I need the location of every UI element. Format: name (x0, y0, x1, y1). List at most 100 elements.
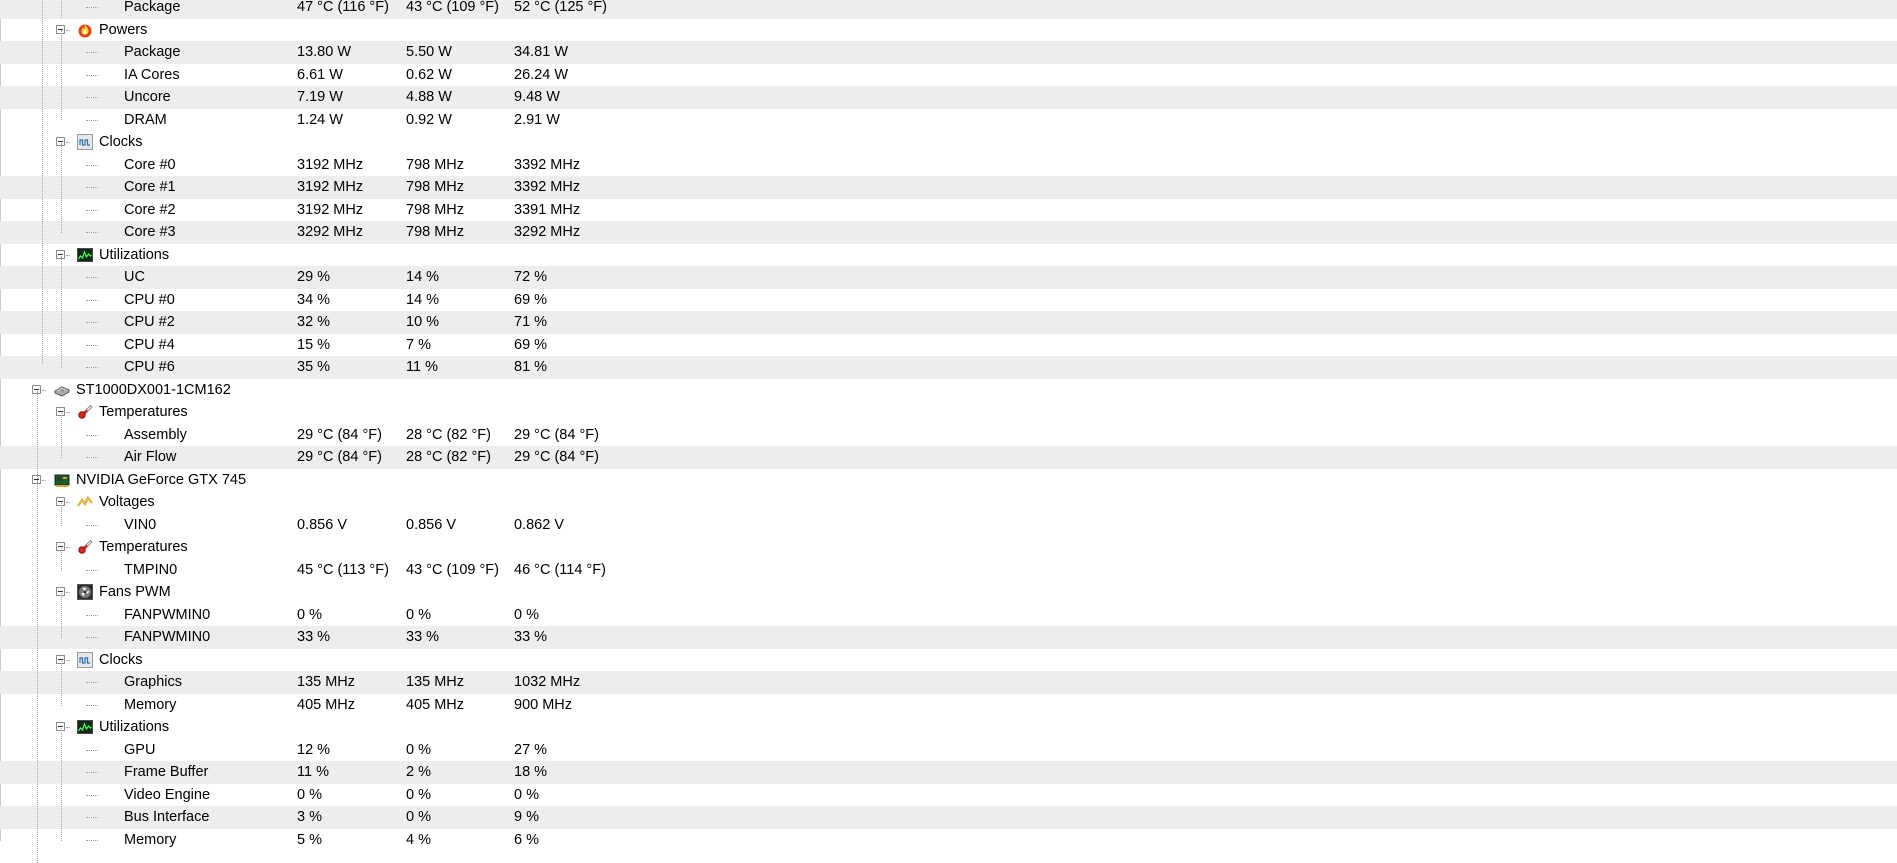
tree-connector (86, 97, 98, 98)
sensor-row[interactable]: Memory405 MHz405 MHz900 MHz (0, 694, 1897, 717)
sensor-group-row[interactable]: Temperatures (0, 536, 1897, 559)
value-min: 10 % (406, 314, 439, 330)
sensor-row[interactable]: CPU #232 %10 %71 % (0, 311, 1897, 334)
sensor-row[interactable]: Core #33292 MHz798 MHz3292 MHz (0, 221, 1897, 244)
device-row[interactable]: ST1000DX001-1CM162 (0, 379, 1897, 402)
sensor-group-row[interactable]: Clocks (0, 649, 1897, 672)
value-max: 52 °C (125 °F) (514, 0, 607, 15)
sensor-row[interactable]: Core #23192 MHz798 MHz3391 MHz (0, 199, 1897, 222)
sensor-row[interactable]: Assembly29 °C (84 °F)28 °C (82 °F)29 °C … (0, 424, 1897, 447)
tree-guide-line (61, 728, 62, 841)
sensor-row[interactable]: CPU #415 %7 %69 % (0, 334, 1897, 357)
sensor-label: Core #3 (124, 224, 176, 240)
value-current: 135 MHz (297, 674, 355, 690)
sensor-row[interactable]: FANPWMIN033 %33 %33 % (0, 626, 1897, 649)
sensor-row[interactable]: GPU12 %0 %27 % (0, 739, 1897, 762)
sensor-group-row[interactable]: Utilizations (0, 244, 1897, 267)
tree-connector (66, 727, 70, 728)
value-max: 1032 MHz (514, 674, 580, 690)
value-current: 405 MHz (297, 697, 355, 713)
sensor-row[interactable]: Package13.80 W5.50 W34.81 W (0, 41, 1897, 64)
tree-guide-line (61, 413, 62, 458)
value-min: 0.92 W (406, 112, 452, 128)
tree-guide-line (37, 481, 38, 863)
sensor-row[interactable]: IA Cores6.61 W0.62 W26.24 W (0, 64, 1897, 87)
value-max: 33 % (514, 629, 547, 645)
value-min: 33 % (406, 629, 439, 645)
value-current: 7.19 W (297, 89, 343, 105)
value-current: 13.80 W (297, 44, 351, 60)
tree-connector (66, 502, 70, 503)
value-current: 3 % (297, 809, 322, 825)
tree-connector (86, 120, 98, 121)
tree-connector (86, 75, 98, 76)
sensor-row[interactable]: Core #03192 MHz798 MHz3392 MHz (0, 154, 1897, 177)
value-current: 0.856 V (297, 517, 347, 533)
tree-connector (86, 300, 98, 301)
sensor-row[interactable]: TMPIN045 °C (113 °F)43 °C (109 °F)46 °C … (0, 559, 1897, 582)
value-current: 3192 MHz (297, 157, 363, 173)
sensor-row[interactable]: Graphics135 MHz135 MHz1032 MHz (0, 671, 1897, 694)
sensor-row[interactable]: Uncore7.19 W4.88 W9.48 W (0, 86, 1897, 109)
tree-connector (86, 525, 98, 526)
sensor-tree[interactable]: Package 47 °C (116 °F) 43 °C (109 °F) 52 °C… (0, 0, 1897, 851)
device-label: NVIDIA GeForce GTX 745 (76, 472, 246, 488)
value-max: 900 MHz (514, 697, 572, 713)
sensor-label: CPU #6 (124, 359, 175, 375)
sensor-row[interactable]: FANPWMIN00 %0 %0 % (0, 604, 1897, 627)
sensor-label: Package (124, 44, 180, 60)
sensor-row[interactable]: Core #13192 MHz798 MHz3392 MHz (0, 176, 1897, 199)
sensor-group-row[interactable]: Fans PWM (0, 581, 1897, 604)
value-current: 35 % (297, 359, 330, 375)
sensor-row[interactable]: Frame Buffer11 %2 %18 % (0, 761, 1897, 784)
value-min: 0 % (406, 809, 431, 825)
tree-connector (86, 570, 98, 571)
value-current: 47 °C (116 °F) (297, 0, 389, 15)
sensor-group-row[interactable]: Powers (0, 19, 1897, 42)
sensor-row[interactable]: Bus Interface3 %0 %9 % (0, 806, 1897, 829)
group-label: Utilizations (99, 719, 169, 735)
value-current: 29 °C (84 °F) (297, 427, 382, 443)
sensor-row[interactable]: UC29 %14 %72 % (0, 266, 1897, 289)
value-current: 11 % (297, 764, 329, 780)
tree-guide-line (61, 0, 62, 18)
sensor-group-row[interactable]: Temperatures (0, 401, 1897, 424)
tree-connector (86, 367, 98, 368)
value-min: 14 % (406, 269, 439, 285)
tree-connector (86, 615, 98, 616)
sensor-row[interactable]: DRAM1.24 W0.92 W2.91 W (0, 109, 1897, 132)
value-max: 0 % (514, 607, 539, 623)
tree-connector (66, 592, 70, 593)
sensor-row[interactable]: Package47 °C (116 °F)43 °C (109 °F)52 °C… (0, 0, 1897, 19)
value-current: 45 °C (113 °F) (297, 562, 389, 578)
sensor-label: Core #2 (124, 202, 176, 218)
value-min: 43 °C (109 °F) (406, 0, 499, 15)
value-current: 29 °C (84 °F) (297, 449, 382, 465)
sensor-group-row[interactable]: Utilizations (0, 716, 1897, 739)
sensor-label: UC (124, 269, 145, 285)
sensor-row[interactable]: CPU #635 %11 %81 % (0, 356, 1897, 379)
tree-connector (86, 682, 98, 683)
tree-connector (86, 187, 98, 188)
sensor-label: CPU #2 (124, 314, 175, 330)
value-current: 3192 MHz (297, 179, 363, 195)
sensor-row[interactable]: CPU #034 %14 %69 % (0, 289, 1897, 312)
group-label: Temperatures (99, 539, 188, 555)
hard-drive-icon (54, 382, 70, 398)
value-min: 405 MHz (406, 697, 464, 713)
sensor-label: Air Flow (124, 449, 176, 465)
sensor-group-row[interactable]: Clocks (0, 131, 1897, 154)
device-row[interactable]: NVIDIA GeForce GTX 745 (0, 469, 1897, 492)
sensor-row[interactable]: Memory5 %4 %6 % (0, 829, 1897, 852)
sensor-row[interactable]: VIN00.856 V0.856 V0.862 V (0, 514, 1897, 537)
group-label: Clocks (99, 134, 143, 150)
tree-guide-line (61, 30, 62, 120)
value-min: 798 MHz (406, 157, 464, 173)
sensor-label: Video Engine (124, 787, 210, 803)
sensor-row[interactable]: Video Engine0 %0 %0 % (0, 784, 1897, 807)
sensor-row[interactable]: Air Flow29 °C (84 °F)28 °C (82 °F)29 °C … (0, 446, 1897, 469)
value-min: 4.88 W (406, 89, 452, 105)
value-min: 0 % (406, 787, 431, 803)
value-min: 11 % (406, 359, 438, 375)
sensor-group-row[interactable]: Voltages (0, 491, 1897, 514)
